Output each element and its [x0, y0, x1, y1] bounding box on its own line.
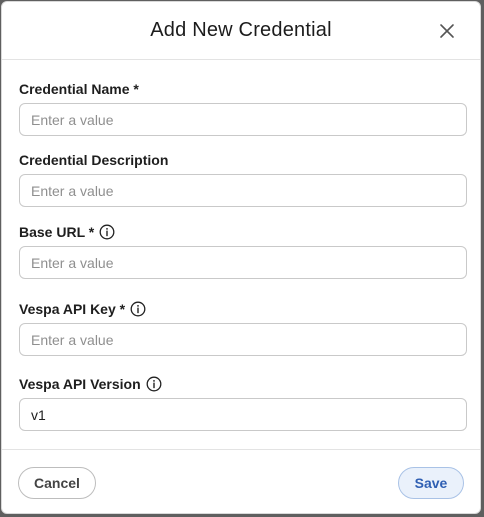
credential-description-input[interactable] [19, 174, 467, 207]
credential-description-label: Credential Description [19, 152, 169, 168]
credential-description-label-row: Credential Description [19, 150, 463, 170]
cancel-button[interactable]: Cancel [18, 467, 96, 499]
credential-name-label-row: Credential Name * [19, 79, 463, 99]
credential-name-field: Credential Name * [19, 79, 467, 136]
dialog-header: Add New Credential [2, 2, 480, 60]
info-icon[interactable] [99, 224, 115, 240]
base-url-label-row: Base URL * [19, 222, 463, 242]
info-icon[interactable] [130, 301, 146, 317]
credential-description-field: Credential Description [19, 150, 467, 207]
vespa-api-key-label-row: Vespa API Key * [19, 299, 463, 319]
vespa-api-version-label: Vespa API Version [19, 376, 141, 392]
close-icon[interactable] [438, 22, 456, 40]
save-button[interactable]: Save [398, 467, 464, 499]
dialog-body: Credential Name * Credential Description… [2, 60, 480, 449]
base-url-label: Base URL * [19, 224, 95, 240]
info-icon[interactable] [146, 376, 162, 392]
vespa-api-version-input[interactable] [19, 398, 467, 431]
vespa-api-key-input[interactable] [19, 323, 467, 356]
credential-name-label: Credential Name * [19, 81, 139, 97]
credential-name-input[interactable] [19, 103, 467, 136]
add-credential-dialog: Add New Credential Credential Name * Cre… [1, 1, 481, 514]
vespa-api-key-label: Vespa API Key * [19, 301, 126, 317]
vespa-api-key-field: Vespa API Key * [19, 299, 467, 356]
vespa-api-version-field: Vespa API Version [19, 374, 467, 431]
dialog-title: Add New Credential [150, 19, 332, 41]
dialog-footer: Cancel Save [2, 449, 480, 513]
base-url-field: Base URL * [19, 222, 467, 279]
vespa-api-version-label-row: Vespa API Version [19, 374, 463, 394]
base-url-input[interactable] [19, 246, 467, 279]
